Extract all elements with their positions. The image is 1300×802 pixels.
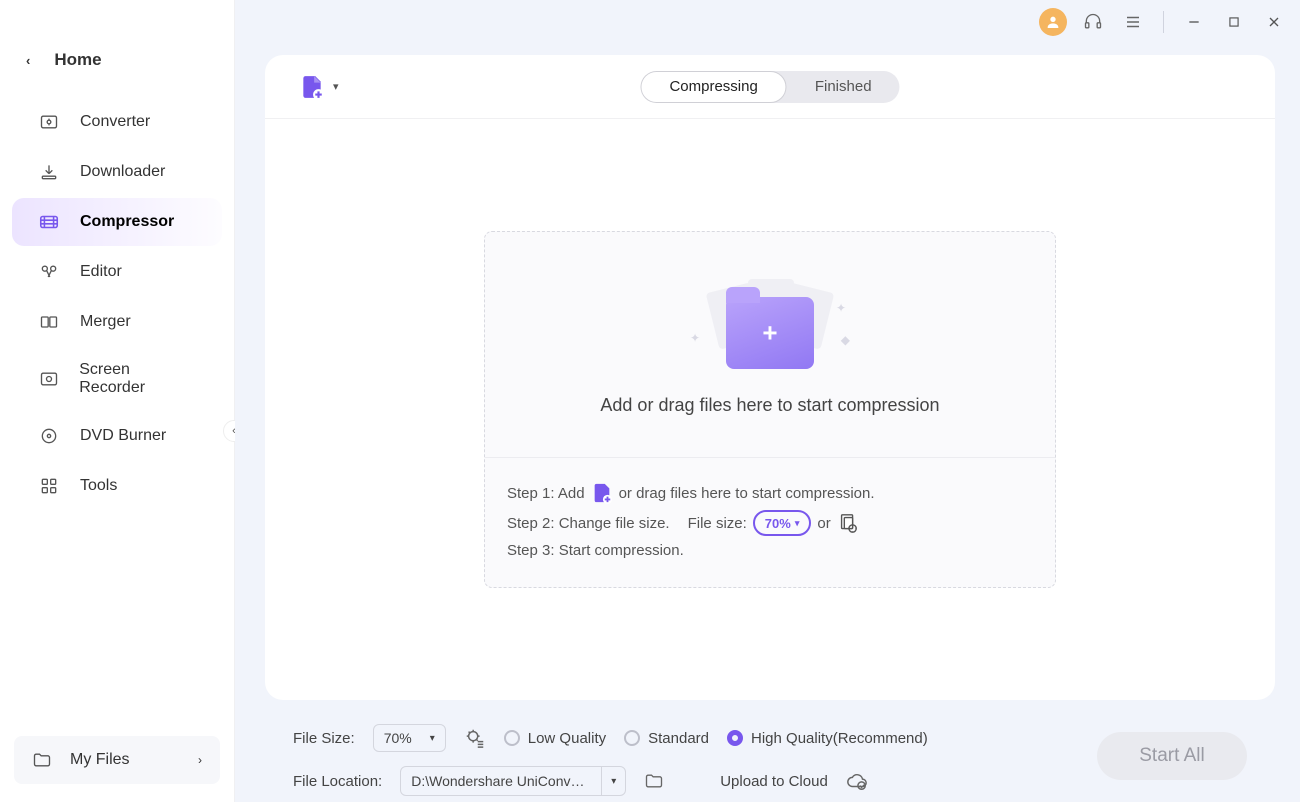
filesize-value: 70% [384,730,412,746]
drop-steps: Step 1: Add or drag files here to start … [485,457,1055,587]
content-header: ▾ Compressing Finished [265,55,1275,119]
quality-standard-radio[interactable]: Standard [624,730,709,747]
sidebar-item-editor[interactable]: Editor [12,248,222,296]
chevron-down-icon: ▾ [795,518,800,529]
sidebar-item-tools[interactable]: Tools [12,462,222,510]
radio-dot-icon [624,730,640,746]
upload-cloud-label: Upload to Cloud [720,773,828,790]
location-value: D:\Wondershare UniConverter 1 [401,773,601,789]
filesize-select[interactable]: 70% ▾ [373,724,446,752]
radio-dot-icon [727,730,743,746]
sidebar-item-merger[interactable]: Merger [12,298,222,346]
add-file-icon [299,74,325,100]
compressor-icon [38,211,60,233]
radio-dot-icon [504,730,520,746]
quality-high-radio[interactable]: High Quality(Recommend) [727,730,928,747]
downloader-icon [38,161,60,183]
tab-compressing[interactable]: Compressing [640,71,786,103]
nav-home[interactable]: ‹ Home [0,40,234,88]
minimize-icon[interactable] [1180,8,1208,36]
chevron-down-icon: ▾ [430,733,435,744]
advanced-settings-icon[interactable] [464,727,486,749]
maximize-icon[interactable] [1220,8,1248,36]
sidebar-item-downloader[interactable]: Downloader [12,148,222,196]
add-file-button[interactable]: ▾ [299,74,339,100]
location-label: File Location: [293,773,382,790]
drop-zone-top: + ✦◆✦ Add or drag files here to start co… [485,232,1055,457]
my-files-button[interactable]: My Files › [14,736,220,784]
add-file-inline-icon[interactable] [591,482,613,504]
sidebar-item-screen-recorder[interactable]: Screen Recorder [12,348,222,410]
my-files-label: My Files [70,751,130,769]
menu-icon[interactable] [1119,8,1147,36]
sidebar-item-label: Compressor [80,213,174,231]
step-2: Step 2: Change file size. File size: 70%… [507,510,1033,536]
tab-label: Finished [815,78,872,95]
back-chevron-icon: ‹ [26,53,30,68]
pill-value: 70% [765,516,791,531]
content-card: ▾ Compressing Finished + ✦◆✦ Add or drag… [265,55,1275,700]
sidebar-item-label: DVD Burner [80,427,166,445]
converter-icon [38,111,60,133]
filesize-percent-pill[interactable]: 70% ▾ [753,510,812,536]
folder-icon [32,750,52,770]
file-settings-icon[interactable] [837,512,859,534]
footer: File Size: 70% ▾ Low Quality Standard Hi… [265,710,1275,802]
nav-list: Converter Downloader Compressor Editor M… [0,98,234,510]
radio-label: High Quality(Recommend) [751,730,928,747]
step-3: Step 3: Start compression. [507,542,1033,559]
step-1: Step 1: Add or drag files here to start … [507,482,1033,504]
drop-zone[interactable]: + ✦◆✦ Add or drag files here to start co… [484,231,1056,588]
sidebar-item-label: Converter [80,113,150,131]
radio-label: Standard [648,730,709,747]
step2-text-a: Step 2: Change file size. [507,515,670,532]
content-body: + ✦◆✦ Add or drag files here to start co… [265,119,1275,700]
sidebar-item-compressor[interactable]: Compressor [12,198,222,246]
step2-filesize-label: File size: [688,515,747,532]
radio-label: Low Quality [528,730,606,747]
home-label: Home [54,50,101,70]
tab-segment: Compressing Finished [640,71,899,103]
close-icon[interactable] [1260,8,1288,36]
editor-icon [38,261,60,283]
tab-label: Compressing [669,78,757,95]
main-area: ▾ Compressing Finished + ✦◆✦ Add or drag… [235,0,1300,802]
start-all-label: Start All [1139,745,1204,767]
filesize-label: File Size: [293,730,355,747]
sidebar-item-label: Merger [80,313,131,331]
screen-recorder-icon [38,368,59,390]
drop-hint-text: Add or drag files here to start compress… [600,395,939,416]
chevron-down-icon: ▾ [333,80,339,93]
chevron-right-icon: › [198,753,202,767]
dvd-burner-icon [38,425,60,447]
open-folder-icon[interactable] [644,771,664,791]
chevron-down-icon: ▾ [601,767,625,795]
avatar-icon[interactable] [1039,8,1067,36]
start-all-button[interactable]: Start All [1097,732,1247,780]
merger-icon [38,311,60,333]
titlebar-divider [1163,11,1164,33]
step3-text: Step 3: Start compression. [507,542,684,559]
sidebar-item-label: Downloader [80,163,165,181]
sidebar-item-converter[interactable]: Converter [12,98,222,146]
tools-icon [38,475,60,497]
tab-finished[interactable]: Finished [787,71,900,103]
step2-or-text: or [817,515,830,532]
sidebar-item-label: Editor [80,263,122,281]
support-headset-icon[interactable] [1079,8,1107,36]
step1-text-b: or drag files here to start compression. [619,485,875,502]
location-select[interactable]: D:\Wondershare UniConverter 1 ▾ [400,766,626,796]
titlebar [235,0,1300,44]
sidebar-item-label: Screen Recorder [79,361,196,397]
sidebar-item-label: Tools [80,477,117,495]
add-folder-graphic-icon: + ✦◆✦ [690,273,850,373]
sidebar-item-dvd-burner[interactable]: DVD Burner [12,412,222,460]
quality-low-radio[interactable]: Low Quality [504,730,606,747]
sidebar: ‹ Home Converter Downloader Compressor [0,0,235,802]
cloud-upload-icon[interactable] [846,770,868,792]
step1-text-a: Step 1: Add [507,485,585,502]
